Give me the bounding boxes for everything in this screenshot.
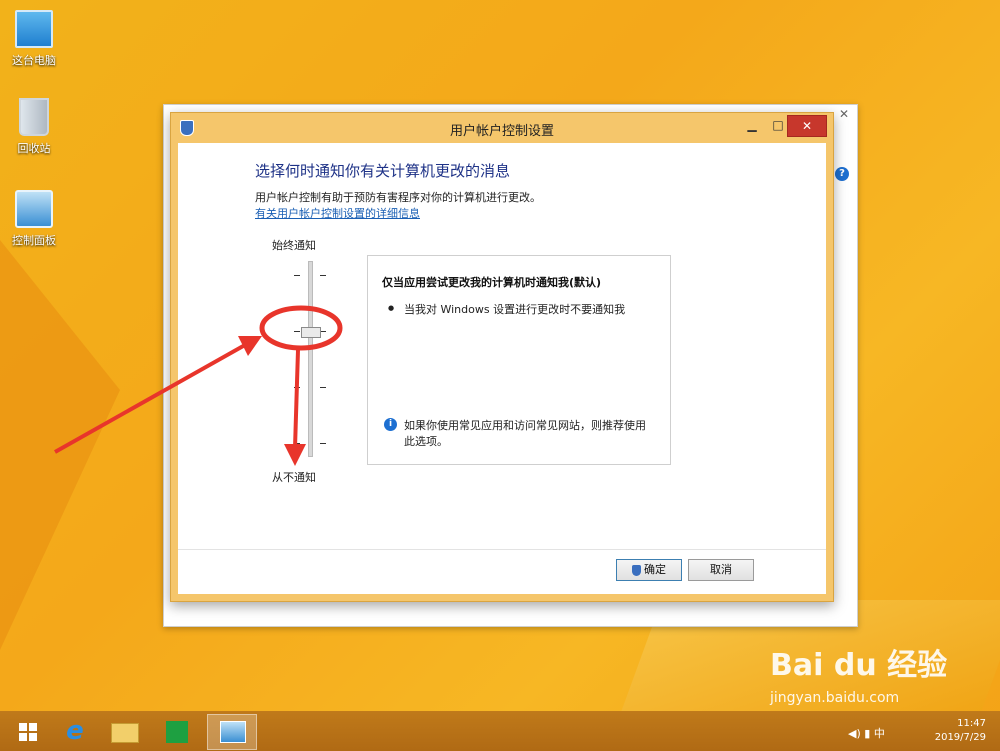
down-arrow-head	[284, 444, 306, 466]
start-button[interactable]	[10, 714, 50, 748]
watermark-logo: Bai du 经验	[770, 648, 948, 683]
internet-explorer-icon[interactable]: e	[55, 714, 95, 748]
system-tray[interactable]: ◀) ▮ 中	[848, 725, 885, 741]
store-button[interactable]	[157, 714, 197, 748]
annotation-overlay	[54, 305, 343, 466]
control-panel-taskbar-button[interactable]	[207, 714, 257, 750]
windows-logo-icon	[29, 723, 37, 731]
store-icon	[166, 721, 188, 743]
taskbar: e ◀) ▮ 中 11:47 2019/7/29	[0, 711, 1000, 751]
down-arrow-line	[293, 349, 300, 449]
pointer-arrow-line	[54, 343, 246, 454]
windows-logo-icon	[19, 723, 27, 731]
windows-logo-icon	[29, 733, 37, 741]
network-icon[interactable]: ▮	[864, 727, 870, 740]
highlight-circle	[259, 305, 343, 351]
volume-icon[interactable]: ◀)	[848, 727, 861, 740]
folder-icon	[111, 723, 139, 743]
clock[interactable]: 11:47 2019/7/29	[935, 717, 986, 745]
clock-time: 11:47	[957, 718, 986, 729]
file-explorer-button[interactable]	[105, 714, 145, 748]
control-panel-icon	[220, 721, 246, 743]
windows-logo-icon	[19, 733, 27, 741]
ime-indicator[interactable]: 中	[874, 727, 885, 740]
watermark-url: jingyan.baidu.com	[770, 690, 900, 706]
clock-date: 2019/7/29	[934, 732, 986, 743]
